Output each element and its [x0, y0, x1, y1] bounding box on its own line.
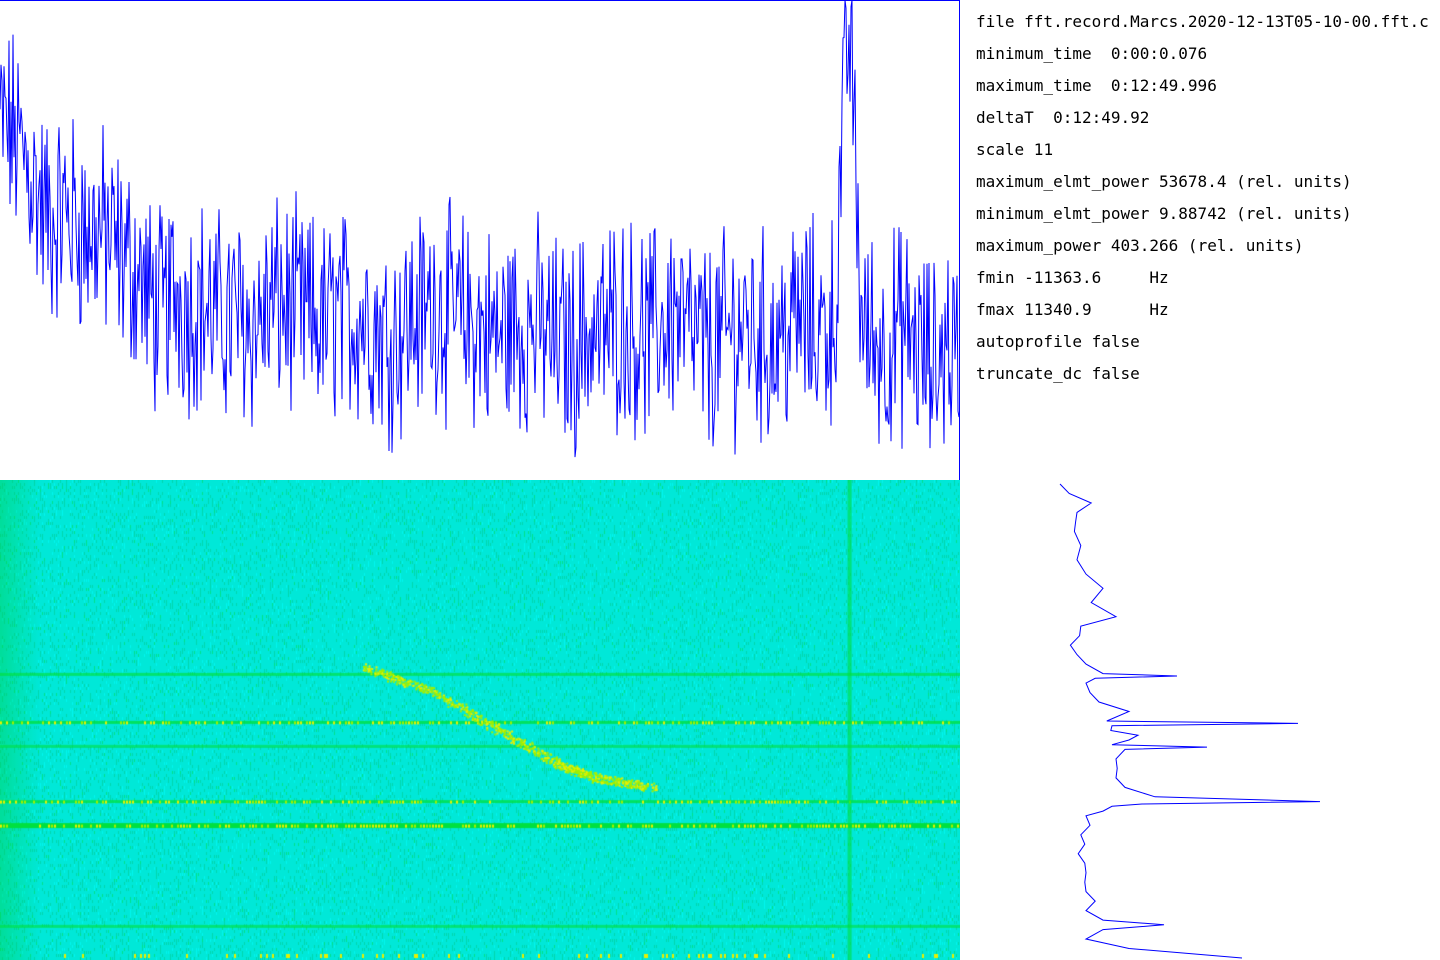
info-key: truncate_dc	[976, 364, 1082, 383]
info-value: 0:12:49.996	[1091, 76, 1217, 95]
time-power-trace-svg	[0, 0, 960, 458]
info-value: fft.record.Marcs.2020-12-13T05-10-00.fft…	[1014, 12, 1429, 31]
info-line-autoprofile: autoprofile false	[976, 332, 1140, 352]
info-key: minimum_time	[976, 44, 1092, 63]
time-power-plot	[0, 0, 960, 480]
info-line-deltaT: deltaT 0:12:49.92	[976, 108, 1149, 128]
info-value: 53678.4 (rel. units)	[1149, 172, 1352, 191]
info-key: maximum_power	[976, 236, 1102, 255]
frequency-profile-svg	[1059, 483, 1321, 959]
info-line-maximum-time: maximum_time 0:12:49.996	[976, 76, 1217, 96]
info-line-minimum-elmt-power: minimum_elmt_power 9.88742 (rel. units)	[976, 204, 1352, 224]
info-line-scale: scale 11	[976, 140, 1053, 160]
frequency-profile-plot	[960, 480, 1440, 960]
info-key: maximum_elmt_power	[976, 172, 1150, 191]
time-power-series-line	[0, 0, 960, 458]
info-value: 0:12:49.92	[1033, 108, 1150, 127]
info-value: -11363.6 Hz	[1014, 268, 1169, 287]
info-key: maximum_time	[976, 76, 1092, 95]
info-value: 403.266 (rel. units)	[1101, 236, 1304, 255]
info-key: scale	[976, 140, 1025, 159]
info-line-fmax: fmax 11340.9 Hz	[976, 300, 1169, 320]
info-value: 0:00:0.076	[1091, 44, 1208, 63]
info-key: autoprofile	[976, 332, 1082, 351]
waterfall-spectrogram	[0, 480, 960, 960]
info-line-file: file fft.record.Marcs.2020-12-13T05-10-0…	[976, 12, 1429, 32]
info-line-fmin: fmin -11363.6 Hz	[976, 268, 1169, 288]
info-key: minimum_elmt_power	[976, 204, 1150, 223]
info-value: 11340.9 Hz	[1014, 300, 1169, 319]
info-key: fmax	[976, 300, 1015, 319]
info-value: 9.88742 (rel. units)	[1149, 204, 1352, 223]
info-line-maximum-power: maximum_power 403.266 (rel. units)	[976, 236, 1304, 256]
frequency-profile-series-line	[1059, 483, 1321, 959]
info-line-maximum-elmt-power: maximum_elmt_power 53678.4 (rel. units)	[976, 172, 1352, 192]
info-value: false	[1081, 364, 1140, 383]
info-key: fmin	[976, 268, 1015, 287]
info-line-minimum-time: minimum_time 0:00:0.076	[976, 44, 1207, 64]
info-line-truncate-dc: truncate_dc false	[976, 364, 1140, 384]
parameters-panel: file fft.record.Marcs.2020-12-13T05-10-0…	[976, 0, 1440, 480]
info-value: 11	[1024, 140, 1054, 159]
waterfall-canvas	[0, 480, 960, 960]
info-key: deltaT	[976, 108, 1034, 127]
info-value: false	[1081, 332, 1140, 351]
info-key: file	[976, 12, 1015, 31]
